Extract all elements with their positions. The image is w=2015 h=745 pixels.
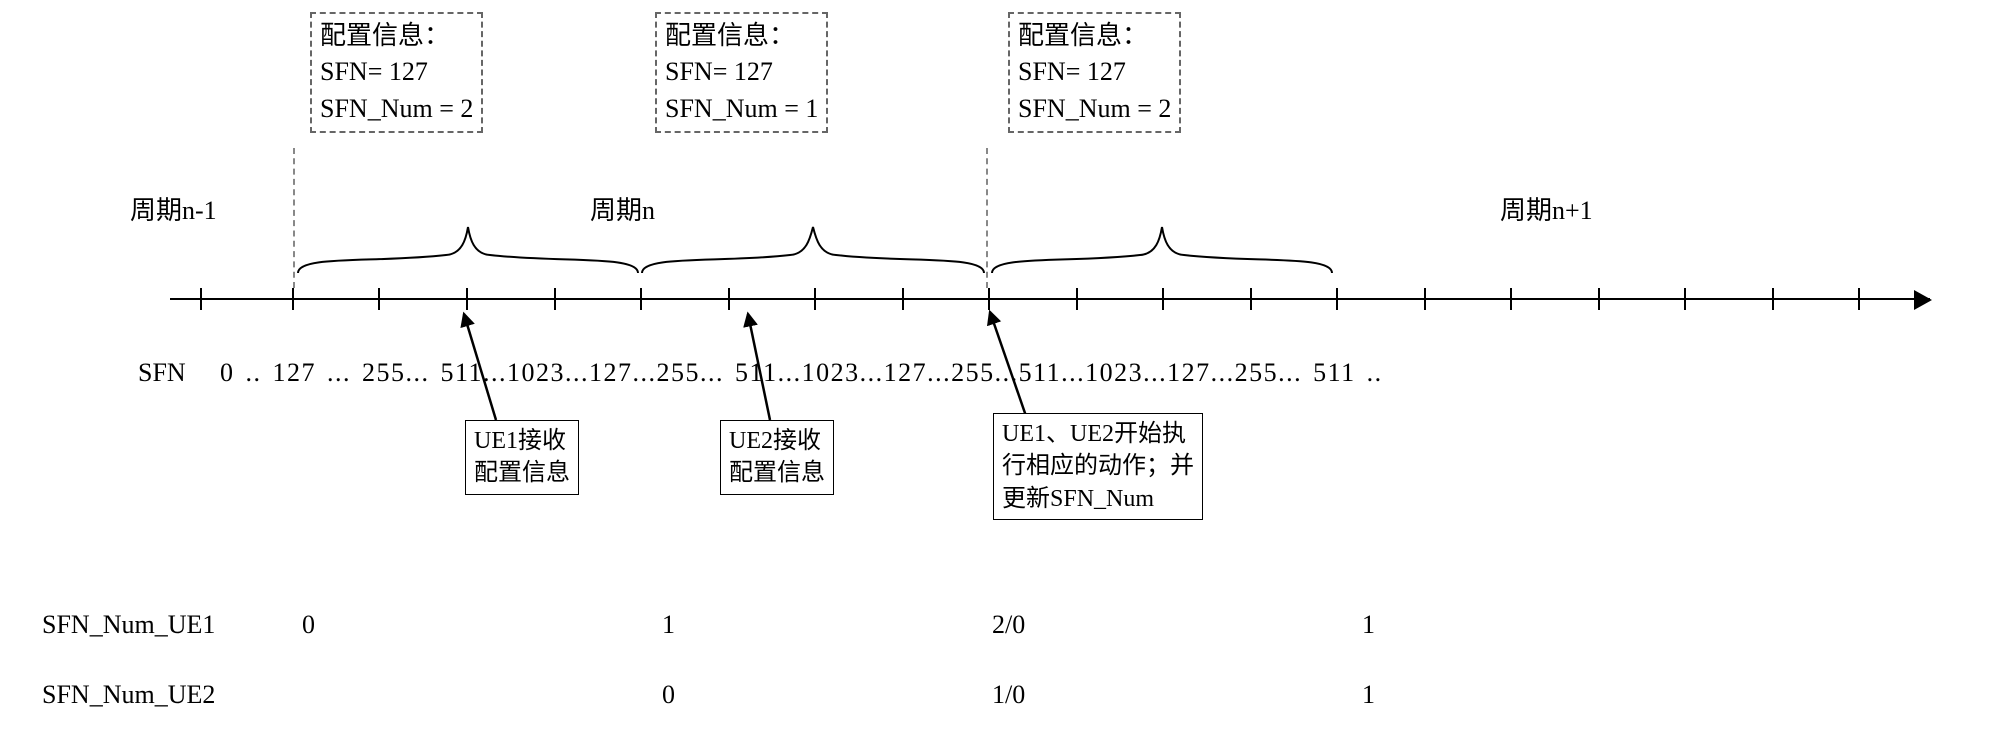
- event-ue1-line2: 配置信息: [474, 457, 570, 489]
- row2-v0: 0: [662, 680, 675, 710]
- event-ue1-box: UE1接收 配置信息: [465, 420, 579, 495]
- row2-label: SFN_Num_UE2: [42, 680, 215, 710]
- sfn-label: SFN: [138, 358, 186, 388]
- event-ue1-line1: UE1接收: [474, 425, 570, 457]
- sfn-values-strip: 0 .. 127 ... 255... 511...1023...127...2…: [220, 358, 1383, 388]
- period-end-divider: [986, 148, 988, 288]
- timeline: [170, 280, 1930, 320]
- config-sfnnum: SFN_Num = 2: [1018, 91, 1171, 127]
- row1-v2: 2/0: [992, 610, 1025, 640]
- brace-2: [640, 225, 986, 275]
- event-ue2-line1: UE2接收: [729, 425, 825, 457]
- row1-v0: 0: [302, 610, 315, 640]
- event-both-line2: 行相应的动作；并: [1002, 450, 1194, 482]
- config-sfn: SFN= 127: [320, 54, 473, 90]
- event-ue2-box: UE2接收 配置信息: [720, 420, 834, 495]
- config-box-1: 配置信息： SFN= 127 SFN_Num = 2: [310, 12, 483, 133]
- pointer-arrow-both: [984, 306, 1044, 426]
- pointer-arrow-ue2: [740, 308, 790, 428]
- config-sfnnum: SFN_Num = 2: [320, 91, 473, 127]
- event-both-box: UE1、UE2开始执 行相应的动作；并 更新SFN_Num: [993, 413, 1203, 520]
- period-nplus1-label: 周期n+1: [1500, 190, 1593, 227]
- config-sfn: SFN= 127: [1018, 54, 1171, 90]
- row2-v2: 1: [1362, 680, 1375, 710]
- config-box-3: 配置信息： SFN= 127 SFN_Num = 2: [1008, 12, 1181, 133]
- brace-1: [296, 225, 640, 275]
- arrowhead-right-icon: [1914, 290, 1932, 310]
- row1-v3: 1: [1362, 610, 1375, 640]
- row1-v1: 1: [662, 610, 675, 640]
- brace-3: [990, 225, 1334, 275]
- event-both-line3: 更新SFN_Num: [1002, 483, 1194, 515]
- event-both-line1: UE1、UE2开始执: [1002, 418, 1194, 450]
- event-ue2-line2: 配置信息: [729, 457, 825, 489]
- row1-label: SFN_Num_UE1: [42, 610, 215, 640]
- pointer-arrow-ue1: [456, 308, 516, 428]
- config-title: 配置信息：: [1018, 18, 1171, 54]
- config-box-2: 配置信息： SFN= 127 SFN_Num = 1: [655, 12, 828, 133]
- config-sfnnum: SFN_Num = 1: [665, 91, 818, 127]
- period-nminus1-label: 周期n-1: [130, 190, 217, 227]
- config-sfn: SFN= 127: [665, 54, 818, 90]
- period-start-divider: [293, 148, 295, 288]
- row2-v1: 1/0: [992, 680, 1025, 710]
- period-n-label: 周期n: [590, 190, 655, 227]
- config-title: 配置信息：: [665, 18, 818, 54]
- config-title: 配置信息：: [320, 18, 473, 54]
